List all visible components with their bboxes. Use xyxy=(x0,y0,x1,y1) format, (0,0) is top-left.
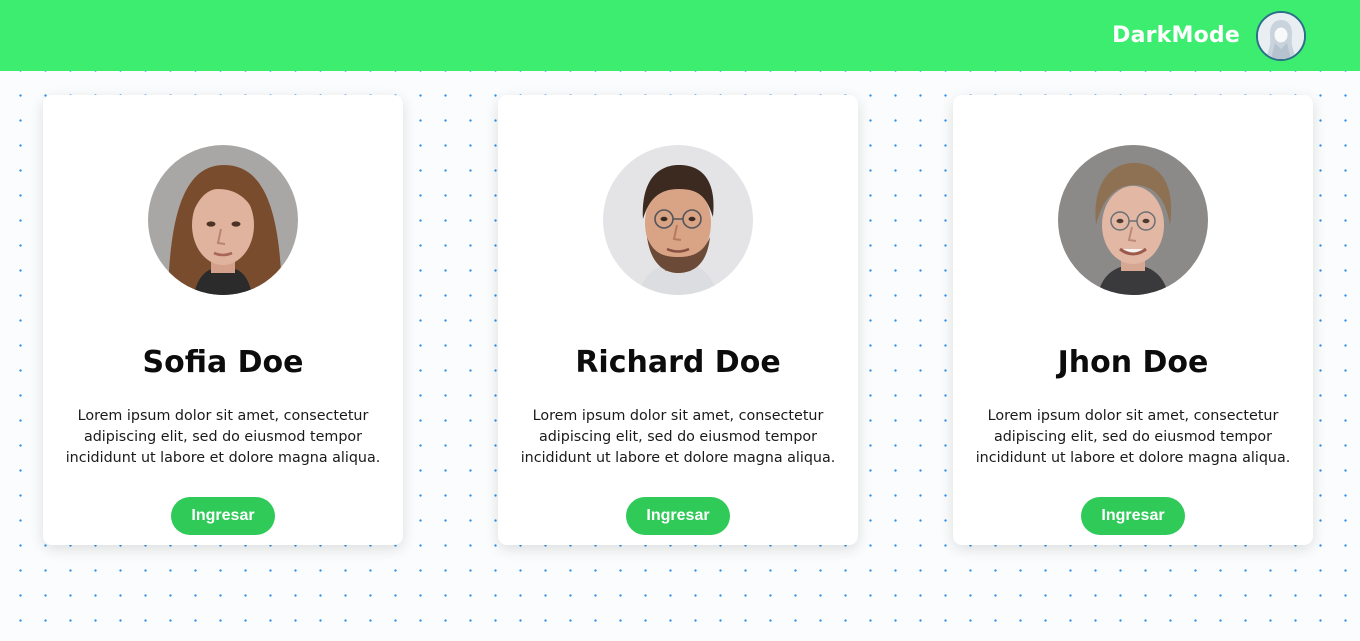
ingresar-button[interactable]: Ingresar xyxy=(626,497,730,535)
profile-card: Jhon Doe Lorem ipsum dolor sit amet, con… xyxy=(953,95,1313,545)
dark-mode-toggle[interactable]: DarkMode xyxy=(1112,23,1240,48)
profile-name: Richard Doe xyxy=(575,345,781,380)
profile-card: Richard Doe Lorem ipsum dolor sit amet, … xyxy=(498,95,858,545)
ingresar-button[interactable]: Ingresar xyxy=(171,497,275,535)
profile-photo xyxy=(1058,145,1208,295)
profile-photo xyxy=(603,145,753,295)
profile-card: Sofia Doe Lorem ipsum dolor sit amet, co… xyxy=(43,95,403,545)
profile-name: Sofia Doe xyxy=(142,345,304,380)
top-navbar: DarkMode xyxy=(0,0,1360,71)
profile-name: Jhon Doe xyxy=(1057,345,1209,380)
profile-description: Lorem ipsum dolor sit amet, consectetur … xyxy=(65,408,381,466)
ingresar-button[interactable]: Ingresar xyxy=(1081,497,1185,535)
user-avatar[interactable] xyxy=(1256,10,1306,61)
profile-description: Lorem ipsum dolor sit amet, consectetur … xyxy=(975,408,1291,466)
profile-description: Lorem ipsum dolor sit amet, consectetur … xyxy=(520,408,836,466)
hooded-user-icon xyxy=(1258,12,1304,59)
profile-photo xyxy=(148,145,298,295)
